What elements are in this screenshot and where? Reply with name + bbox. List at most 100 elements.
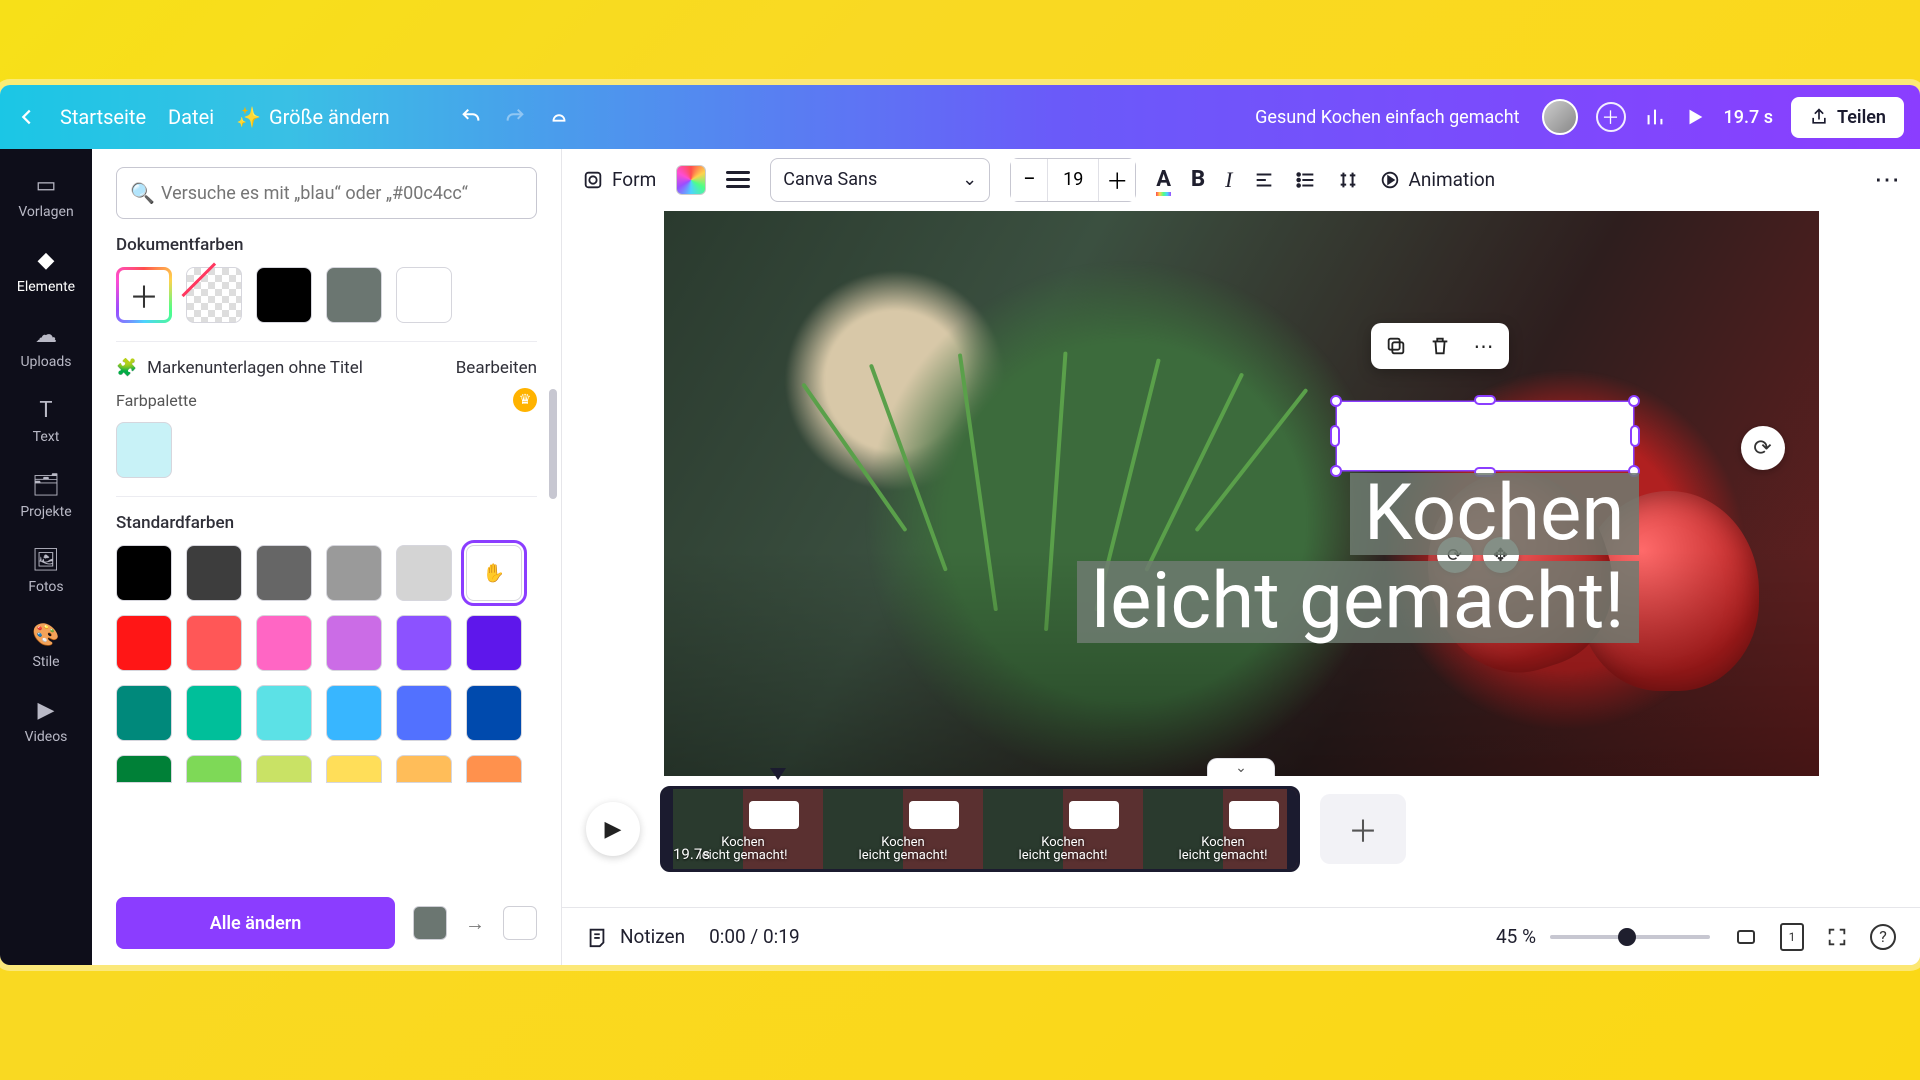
zoom-slider[interactable] (1550, 935, 1710, 939)
home-button[interactable]: Startseite (60, 105, 146, 129)
form-button[interactable]: Form (582, 168, 656, 191)
brand-kit-edit[interactable]: Bearbeiten (456, 358, 537, 378)
doc-color-swatch[interactable] (396, 267, 452, 323)
document-title[interactable]: Gesund Kochen einfach gemacht (1255, 107, 1519, 128)
rail-projects[interactable]: 🗂Projekte (0, 463, 92, 530)
resize-handle[interactable] (1474, 395, 1496, 405)
redo-button[interactable] (504, 106, 526, 128)
delete-button[interactable] (1427, 333, 1453, 359)
panel-scrollbar[interactable] (549, 169, 557, 865)
playhead[interactable] (770, 768, 786, 780)
selected-shape[interactable] (1336, 401, 1634, 471)
grid-view-button[interactable] (1734, 925, 1758, 949)
color-swatch[interactable] (186, 685, 242, 741)
change-all-button[interactable]: Alle ändern (116, 897, 395, 949)
rail-photos[interactable]: 🖼Fotos (0, 538, 92, 605)
collapse-timeline-tab[interactable]: ⌄ (1207, 758, 1275, 776)
add-collaborator-button[interactable]: ＋ (1596, 102, 1626, 132)
present-play-button[interactable] (1684, 106, 1706, 128)
canvas[interactable]: ⋯ ⟳ ✥ (664, 211, 1819, 776)
page-indicator[interactable]: 1 (1780, 923, 1804, 951)
spacing-button[interactable] (1337, 169, 1359, 191)
color-swatch[interactable] (116, 685, 172, 741)
color-swatch[interactable] (256, 545, 312, 601)
italic-button[interactable]: I (1225, 167, 1232, 193)
present-duration: 19.7 s (1724, 107, 1773, 128)
resize-handle[interactable] (1628, 395, 1640, 407)
text-color-button[interactable]: A (1156, 167, 1171, 192)
list-button[interactable] (1295, 169, 1317, 191)
transparent-swatch[interactable] (186, 267, 242, 323)
color-swatch[interactable] (256, 685, 312, 741)
color-swatch[interactable] (326, 755, 382, 783)
more-tools-button[interactable]: ⋯ (1874, 165, 1900, 195)
rail-label: Stile (32, 654, 59, 670)
sync-icon[interactable] (548, 106, 570, 128)
color-swatch[interactable] (186, 615, 242, 671)
color-swatch[interactable] (116, 545, 172, 601)
duplicate-button[interactable] (1383, 333, 1409, 359)
color-swatch[interactable] (466, 685, 522, 741)
canvas-title-text[interactable]: Kochen leicht gemacht! (1077, 473, 1638, 643)
doc-color-swatch[interactable] (326, 267, 382, 323)
resize-button[interactable]: ✨ Größe ändern (236, 105, 390, 129)
fullscreen-button[interactable] (1826, 926, 1848, 948)
rail-uploads[interactable]: ☁Uploads (0, 313, 92, 380)
element-more-button[interactable]: ⋯ (1471, 333, 1497, 359)
timeline-clip[interactable]: 19.7s Kochenleicht gemacht! Kochenleicht… (660, 786, 1300, 872)
color-swatch[interactable] (466, 615, 522, 671)
rail-templates[interactable]: ▭Vorlagen (0, 163, 92, 230)
font-size-decrease[interactable]: − (1011, 159, 1047, 201)
timeline-play-button[interactable]: ▶ (586, 802, 640, 856)
color-swatch[interactable] (396, 685, 452, 741)
color-swatch[interactable] (396, 615, 452, 671)
color-swatch[interactable] (466, 755, 522, 783)
share-button[interactable]: Teilen (1791, 97, 1904, 138)
color-swatch[interactable] (116, 615, 172, 671)
elements-icon: ◆ (4, 248, 88, 273)
rail-text[interactable]: TText (0, 388, 92, 455)
font-family-select[interactable]: Canva Sans ⌄ (770, 158, 990, 202)
color-swatch[interactable] (116, 755, 172, 783)
color-swatch[interactable] (256, 615, 312, 671)
fill-color-button[interactable] (676, 165, 706, 195)
resize-handle[interactable] (1330, 395, 1342, 407)
back-icon[interactable] (16, 106, 38, 128)
analytics-button[interactable] (1644, 106, 1666, 128)
font-size-input[interactable] (1047, 159, 1099, 201)
doc-color-swatch[interactable] (256, 267, 312, 323)
add-scene-button[interactable]: ＋ (1320, 794, 1406, 864)
color-swatch-selected[interactable]: ✋ (466, 545, 522, 601)
help-button[interactable]: ? (1870, 924, 1896, 950)
color-swatch[interactable] (326, 685, 382, 741)
rail-videos[interactable]: ▶Videos (0, 688, 92, 755)
resize-handle[interactable] (1630, 425, 1640, 447)
color-swatch[interactable] (396, 755, 452, 783)
align-button[interactable] (1253, 169, 1275, 191)
avatar[interactable] (1542, 99, 1578, 135)
zoom-slider-thumb[interactable] (1618, 928, 1636, 946)
animation-label: Animation (1409, 168, 1496, 191)
animation-button[interactable]: Animation (1379, 168, 1496, 191)
file-menu[interactable]: Datei (168, 105, 214, 129)
color-search-input[interactable] (116, 167, 537, 219)
color-swatch[interactable] (186, 545, 242, 601)
font-size-stepper[interactable]: − ＋ (1010, 158, 1136, 202)
rail-styles[interactable]: 🎨Stile (0, 613, 92, 680)
rail-elements[interactable]: ◆Elemente (0, 238, 92, 305)
regenerate-button[interactable]: ⟳ (1741, 426, 1785, 470)
bold-button[interactable]: B (1191, 167, 1205, 192)
notes-button[interactable]: Notizen (586, 925, 685, 948)
color-swatch[interactable] (326, 615, 382, 671)
resize-handle[interactable] (1330, 425, 1340, 447)
border-style-button[interactable] (726, 171, 750, 188)
color-swatch[interactable] (396, 545, 452, 601)
undo-button[interactable] (460, 106, 482, 128)
font-size-increase[interactable]: ＋ (1099, 159, 1135, 201)
brand-kit-label[interactable]: 🧩 Markenunterlagen ohne Titel (116, 358, 363, 378)
palette-swatch[interactable] (116, 422, 172, 478)
color-swatch[interactable] (186, 755, 242, 783)
color-swatch[interactable] (256, 755, 312, 783)
color-swatch[interactable] (326, 545, 382, 601)
add-color-swatch[interactable]: ＋ (116, 267, 172, 323)
